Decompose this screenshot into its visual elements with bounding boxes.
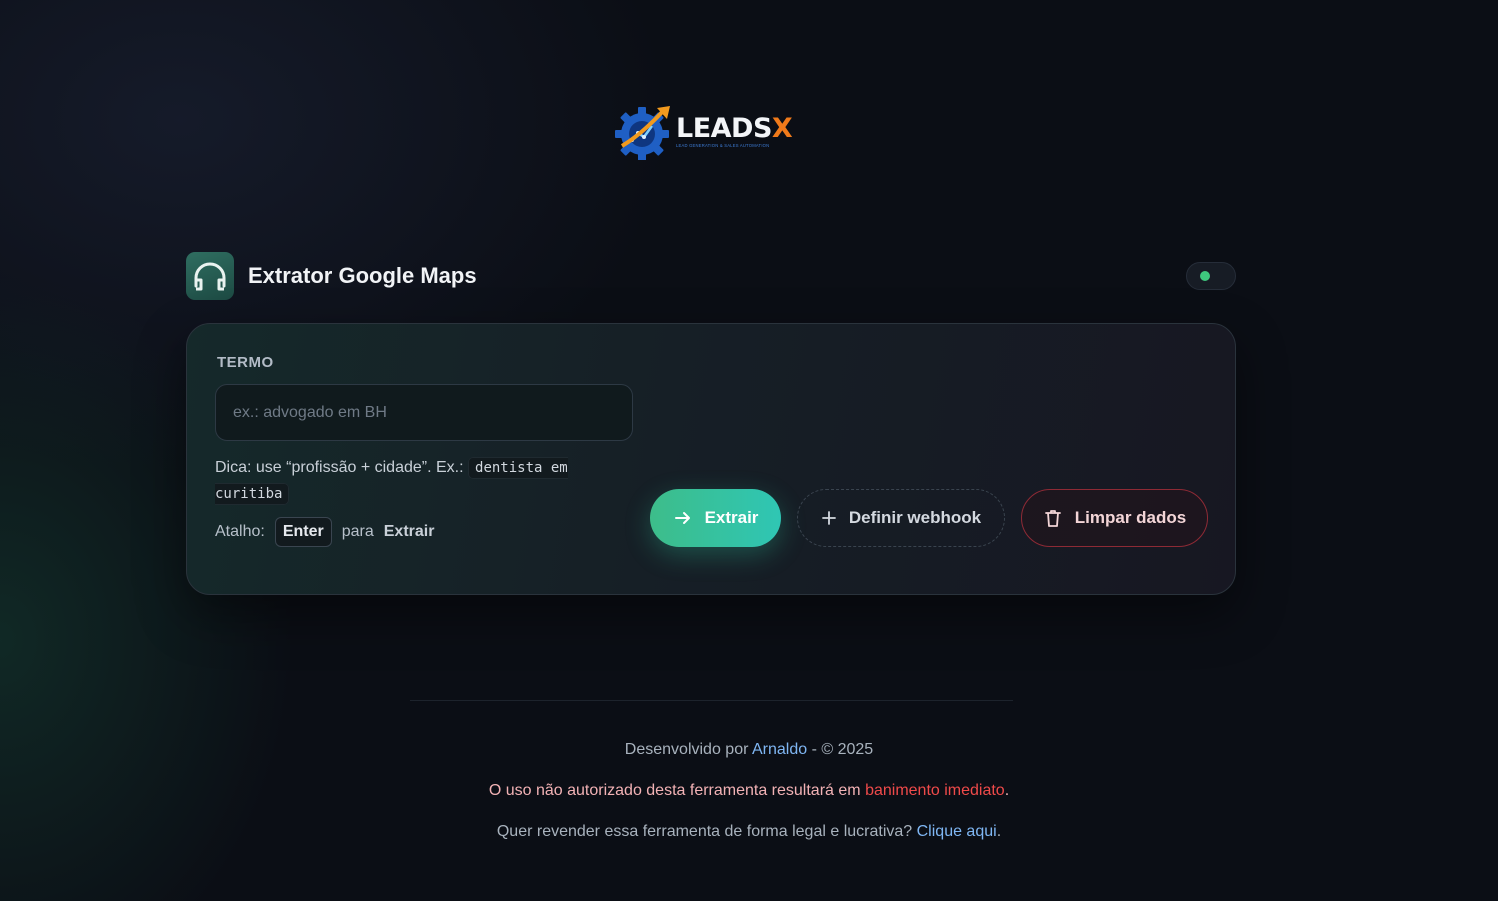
shortcut-label: Atalho:	[215, 523, 265, 540]
clear-data-button[interactable]: Limpar dados	[1021, 489, 1208, 547]
resell-link[interactable]: Clique aqui	[917, 823, 997, 840]
footer-warning: O uso não autorizado desta ferramenta re…	[0, 782, 1498, 800]
trash-icon	[1044, 510, 1061, 527]
resell-suffix: .	[996, 823, 1002, 840]
author-link[interactable]: Arnaldo	[752, 741, 807, 758]
shortcut-hint: Atalho: Enter para Extrair	[215, 517, 434, 547]
resell-prefix: Quer revender essa ferramenta de forma l…	[496, 823, 913, 840]
page-title: Extrator Google Maps	[248, 263, 477, 288]
define-webhook-button[interactable]: Definir webhook	[797, 489, 1005, 547]
clear-data-button-label: Limpar dados	[1074, 508, 1187, 527]
status-dot	[1200, 271, 1210, 281]
leadsx-logo: LEADSX LEAD GENERATION & SALES AUTOMATIO…	[612, 104, 794, 160]
tip-text: Dica: use “profissão + cidade”. Ex.: den…	[215, 455, 610, 507]
plus-icon	[821, 511, 836, 525]
term-input[interactable]	[215, 384, 633, 441]
warning-highlight: banimento imediato	[865, 782, 1005, 799]
shortcut-connector: para	[341, 523, 374, 540]
app-icon	[186, 252, 234, 300]
extractor-card: TERMO Dica: use “profissão + cidade”. Ex…	[186, 323, 1236, 595]
warning-prefix: O uso não autorizado desta ferramenta re…	[488, 782, 861, 799]
extract-button-label: Extrair	[704, 508, 759, 527]
status-indicator[interactable]	[1186, 262, 1236, 290]
extract-button[interactable]: Extrair	[650, 489, 781, 547]
logo-wordmark: LEADSX	[676, 113, 793, 145]
logo-tagline: LEAD GENERATION & SALES AUTOMATION	[676, 143, 770, 149]
enter-key-badge: Enter	[274, 517, 332, 547]
arrow-right-icon	[674, 512, 690, 524]
gear-chart-logo-icon	[615, 106, 670, 160]
footer-copyright: - © 2025	[811, 741, 874, 758]
footer-credits: Desenvolvido por Arnaldo - © 2025	[0, 741, 1498, 759]
footer-resell: Quer revender essa ferramenta de forma l…	[0, 823, 1498, 841]
warning-suffix: .	[1004, 782, 1010, 799]
define-webhook-button-label: Definir webhook	[848, 508, 982, 527]
footer-dev-prefix: Desenvolvido por	[624, 741, 749, 758]
app-header: Extrator Google Maps	[186, 252, 1236, 300]
shortcut-action: Extrair	[383, 523, 435, 540]
tip-prefix: Dica: use “profissão + cidade”. Ex.:	[215, 459, 464, 476]
footer-divider	[410, 700, 1013, 701]
term-label: TERMO	[217, 354, 274, 371]
headphones-icon	[194, 262, 226, 291]
